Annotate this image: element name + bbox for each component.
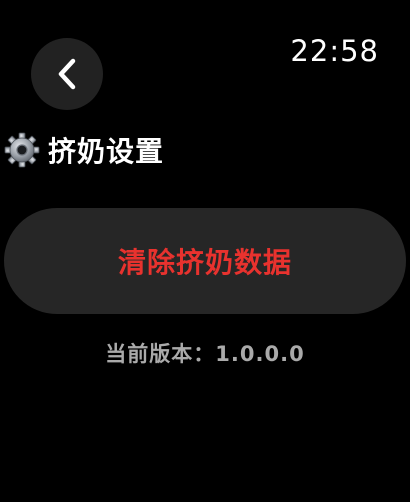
status-time: 22:58: [290, 34, 379, 68]
version-label: 当前版本：: [105, 342, 216, 366]
version-info: 当前版本：1.0.0.0: [0, 338, 410, 368]
chevron-left-icon: [58, 58, 76, 90]
page-header: 挤奶设置: [4, 130, 164, 170]
gear-icon: [4, 132, 40, 168]
version-value: 1.0.0.0: [215, 342, 305, 366]
page-title: 挤奶设置: [48, 135, 165, 168]
clear-milking-data-button[interactable]: 清除挤奶数据: [4, 208, 406, 314]
clear-milking-data-label: 清除挤奶数据: [117, 246, 292, 279]
back-button[interactable]: [31, 38, 103, 110]
